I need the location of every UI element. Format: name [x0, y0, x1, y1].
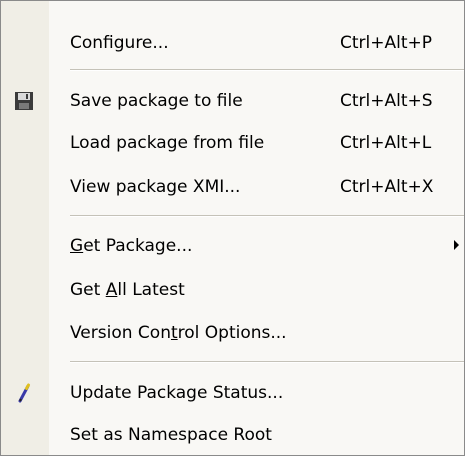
menu-item-label: Version Control Options...	[70, 323, 287, 343]
submenu-arrow-icon	[454, 240, 459, 250]
menu-item-shortcut: Ctrl+Alt+S	[340, 91, 433, 111]
menu-item-view-xmi[interactable]: View package XMI... Ctrl+Alt+X	[1, 165, 464, 209]
menu-item-version-control-options[interactable]: Version Control Options...	[1, 311, 464, 355]
menu-item-label: Set as Namespace Root	[70, 425, 272, 445]
access-key: G	[70, 236, 84, 256]
menu-item-get-all-latest[interactable]: Get All Latest	[1, 268, 464, 312]
menu-item-label: Update Package Status...	[70, 383, 284, 403]
menu-item-set-namespace-root[interactable]: Set as Namespace Root	[1, 413, 464, 455]
floppy-disk-icon	[14, 91, 34, 111]
access-key: A	[105, 280, 118, 300]
menu-item-label: Configure...	[70, 33, 169, 53]
menu-item-configure[interactable]: Configure... Ctrl+Alt+P	[1, 21, 464, 65]
pencil-icon	[14, 383, 34, 403]
menu-item-load-package[interactable]: Load package from file Ctrl+Alt+L	[1, 121, 464, 165]
menu-item-label: Load package from file	[70, 133, 265, 153]
menu-item-get-package[interactable]: Get Package...	[1, 224, 464, 268]
context-menu: Configure... Ctrl+Alt+P Save package to …	[0, 0, 465, 456]
menu-item-label: Get All Latest	[70, 280, 185, 300]
menu-item-shortcut: Ctrl+Alt+P	[340, 33, 433, 53]
menu-item-label: Get Package...	[70, 236, 193, 256]
access-key: t	[170, 323, 178, 343]
menu-separator	[70, 361, 464, 363]
menu-item-label: Save package to file	[70, 91, 243, 111]
menu-item-update-package-status[interactable]: Update Package Status...	[1, 371, 464, 415]
menu-item-shortcut: Ctrl+Alt+X	[340, 177, 434, 197]
menu-separator	[70, 215, 464, 217]
menu-item-label: View package XMI...	[70, 177, 241, 197]
menu-item-save-package[interactable]: Save package to file Ctrl+Alt+S	[1, 79, 464, 123]
menu-item-shortcut: Ctrl+Alt+L	[340, 133, 432, 153]
menu-separator	[70, 69, 464, 71]
